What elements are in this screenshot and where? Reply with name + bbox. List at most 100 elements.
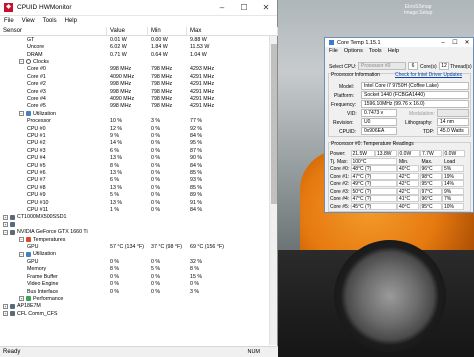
sensor-row[interactable]: CPU #8 13 % 0 % 85 % bbox=[0, 184, 270, 191]
sensor-max-cell: 91 % bbox=[190, 199, 203, 206]
sensor-value-cell: 0 % bbox=[110, 258, 120, 265]
dev-icon bbox=[10, 311, 15, 317]
sensor-row[interactable]: Video Engine 0 % 0 % 0 % bbox=[0, 280, 270, 287]
sensor-row[interactable]: CPU #3 6 % 0 % 87 % bbox=[0, 147, 270, 154]
maximize-icon[interactable]: ☐ bbox=[233, 3, 255, 12]
ct-menu-options[interactable]: Options bbox=[344, 48, 363, 54]
sensor-name-cell: CPU #11 bbox=[0, 207, 107, 213]
sensor-row[interactable]: Core #0 998 MHz 798 MHz 4293 MHz bbox=[0, 66, 270, 73]
load-header: Load bbox=[444, 158, 456, 165]
sensor-row[interactable]: − Clocks bbox=[0, 58, 270, 65]
expand-icon[interactable]: + bbox=[3, 303, 8, 309]
sensor-row[interactable]: CPU #7 6 % 0 % 93 % bbox=[0, 177, 270, 184]
sensor-row[interactable]: Core #4 4090 MHz 798 MHz 4291 MHz bbox=[0, 95, 270, 102]
status-bar: Ready NUM bbox=[0, 346, 278, 357]
core-min-cell: 42°C bbox=[397, 180, 419, 187]
expand-icon[interactable]: + bbox=[3, 222, 8, 228]
sensor-row[interactable]: − Temperatures bbox=[0, 236, 270, 243]
sensor-row[interactable]: CPU #5 8 % 0 % 84 % bbox=[0, 162, 270, 169]
sensor-value-cell: 9 % bbox=[110, 132, 120, 139]
sensor-max-cell: 1.04 W bbox=[190, 51, 207, 58]
sensor-row[interactable]: CPU #2 14 % 0 % 95 % bbox=[0, 140, 270, 147]
sensor-row[interactable]: CPU #10 13 % 0 % 91 % bbox=[0, 199, 270, 206]
vid-label: VID: bbox=[347, 111, 357, 117]
sensor-row[interactable]: CPU #11 1 % 0 % 84 % bbox=[0, 206, 270, 213]
sensor-row[interactable]: Core #2 998 MHz 798 MHz 4291 MHz bbox=[0, 80, 270, 87]
sensor-row[interactable]: Core #3 998 MHz 798 MHz 4291 MHz bbox=[0, 88, 270, 95]
sensor-row[interactable]: + bbox=[0, 221, 270, 228]
power-dram: 0.0W bbox=[442, 150, 465, 157]
expand-icon[interactable]: + bbox=[19, 296, 24, 302]
sensor-row[interactable]: Processor 10 % 3 % 77 % bbox=[0, 117, 270, 124]
coretemp-minimize-icon[interactable]: – bbox=[437, 40, 449, 46]
collapse-icon[interactable]: − bbox=[19, 251, 24, 257]
core-name-cell: Core #2: bbox=[330, 181, 350, 187]
hwmonitor-titlebar[interactable]: ◆ CPUID HWMonitor – ☐ ✕ bbox=[0, 0, 277, 16]
expand-icon[interactable]: + bbox=[3, 214, 8, 220]
sensor-row[interactable]: + CFL Comm_CFS bbox=[0, 310, 270, 317]
column-value[interactable]: Value bbox=[107, 27, 148, 35]
column-max[interactable]: Max bbox=[187, 27, 278, 35]
collapse-icon[interactable]: − bbox=[19, 111, 24, 117]
sensor-max-cell: 4291 MHz bbox=[190, 88, 215, 95]
sensor-row[interactable]: − NVIDIA GeForce GTX 1660 Ti bbox=[0, 229, 270, 236]
sensor-row[interactable]: − Utilization bbox=[0, 251, 270, 258]
sensor-row[interactable]: Bus Interface 0 % 0 % 3 % bbox=[0, 288, 270, 295]
sensor-row[interactable]: DRAM 0.71 W 0.64 W 1.04 W bbox=[0, 51, 270, 58]
coretemp-maximize-icon[interactable]: ☐ bbox=[449, 39, 461, 46]
close-icon[interactable]: ✕ bbox=[255, 3, 277, 12]
column-sensor[interactable]: Sensor bbox=[0, 27, 107, 35]
menu-file[interactable]: File bbox=[4, 18, 14, 24]
ct-menu-help[interactable]: Help bbox=[388, 48, 399, 54]
sensor-name-cell: + CT1000MX500SSD1 bbox=[0, 214, 107, 220]
sensor-row[interactable]: CPU #6 13 % 0 % 85 % bbox=[0, 169, 270, 176]
sensor-row[interactable]: Core #1 4090 MHz 798 MHz 4291 MHz bbox=[0, 73, 270, 80]
core-name-cell: Core #4: bbox=[330, 196, 350, 202]
sensor-row[interactable]: CPU #0 12 % 0 % 92 % bbox=[0, 125, 270, 132]
expand-icon[interactable]: + bbox=[3, 311, 8, 317]
sensor-row[interactable]: Memory 8 % 5 % 8 % bbox=[0, 266, 270, 273]
sensor-row[interactable]: Core #5 998 MHz 798 MHz 4291 MHz bbox=[0, 103, 270, 110]
ct-menu-tools[interactable]: Tools bbox=[369, 48, 382, 54]
sensor-row[interactable]: CPU #1 9 % 0 % 84 % bbox=[0, 132, 270, 139]
sensor-tree-scrollbar[interactable] bbox=[269, 36, 277, 345]
collapse-icon[interactable]: − bbox=[3, 229, 8, 235]
intel-driver-link[interactable]: Check for Intel Driver Updates bbox=[395, 72, 462, 78]
sensor-max-cell: 77 % bbox=[190, 118, 203, 125]
select-cpu-dropdown[interactable]: Processor #0 bbox=[358, 62, 406, 70]
sensor-row[interactable]: + Performance bbox=[0, 295, 270, 302]
core-min-cell: 40°C bbox=[397, 165, 419, 172]
sensor-row[interactable]: Frame Buffer 0 % 0 % 15 % bbox=[0, 273, 270, 280]
sensor-row[interactable]: + CT1000MX500SSD1 bbox=[0, 214, 270, 221]
sensor-row[interactable]: GPU 0 % 0 % 32 % bbox=[0, 258, 270, 265]
menu-tools[interactable]: Tools bbox=[43, 18, 57, 24]
ct-menu-file[interactable]: File bbox=[329, 48, 338, 54]
collapse-icon[interactable]: − bbox=[19, 59, 24, 65]
scrollbar-thumb[interactable] bbox=[271, 44, 277, 204]
coretemp-titlebar[interactable]: Core Temp 1.15.1 – ☐ ✕ bbox=[325, 38, 473, 47]
coretemp-close-icon[interactable]: ✕ bbox=[461, 39, 473, 46]
sensor-max-cell: 9.88 W bbox=[190, 36, 207, 43]
sensor-row[interactable]: CPU #4 13 % 0 % 90 % bbox=[0, 155, 270, 162]
sensor-row[interactable]: Uncore 6.02 W 1.84 W 11.53 W bbox=[0, 43, 270, 50]
sensor-label: CPU #2 bbox=[27, 140, 46, 147]
sensor-label: CT1000MX500SSD1 bbox=[17, 214, 67, 221]
sensor-row[interactable]: − Utilization bbox=[0, 110, 270, 117]
sensor-row[interactable]: + AP18E7M bbox=[0, 303, 270, 310]
coretemp-window: Core Temp 1.15.1 – ☐ ✕ File Options Tool… bbox=[324, 37, 474, 213]
column-min[interactable]: Min bbox=[148, 27, 187, 35]
menu-help[interactable]: Help bbox=[65, 18, 77, 24]
sensor-row[interactable]: CPU #9 5 % 0 % 89 % bbox=[0, 192, 270, 199]
sensor-value-cell: 0 % bbox=[110, 273, 120, 280]
menu-view[interactable]: View bbox=[22, 18, 35, 24]
sensor-row[interactable]: GPU 57 °C (134 °F) 37 °C (98 °F) 69 °C (156… bbox=[0, 243, 270, 250]
sensor-label: CFL Comm_CFS bbox=[17, 310, 58, 317]
sensor-tree[interactable]: GT 0.01 W 0.00 W 9.88 W Uncore 6.02 W 1.84 W 11… bbox=[0, 36, 270, 345]
minimize-icon[interactable]: – bbox=[211, 3, 233, 12]
core-load-cell: 19% bbox=[442, 172, 464, 180]
collapse-icon[interactable]: − bbox=[19, 237, 24, 243]
sensor-value-cell: 0.01 W bbox=[110, 36, 127, 43]
core-max-cell: 97°C bbox=[419, 187, 442, 195]
sensor-row[interactable]: GT 0.01 W 0.00 W 9.88 W bbox=[0, 36, 270, 43]
sensor-max-cell: 90 % bbox=[190, 155, 203, 162]
